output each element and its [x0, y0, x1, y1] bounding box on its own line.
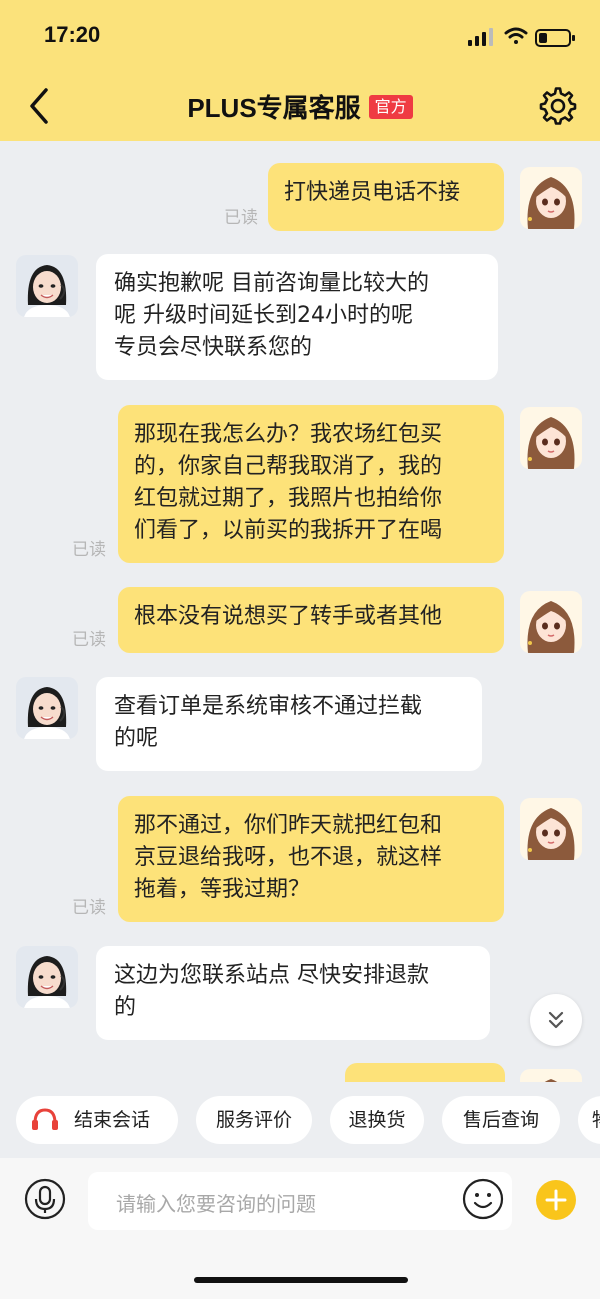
official-badge: 官方: [368, 94, 413, 119]
add-more-button[interactable]: [536, 1180, 576, 1220]
settings-gear-icon[interactable]: [538, 86, 578, 126]
agent-avatar[interactable]: [16, 255, 78, 317]
input-placeholder: 请输入您要咨询的问题: [116, 1192, 316, 1216]
message-line: 查看订单是系统审核不通过拦截: [114, 694, 423, 719]
message-line: 京豆退给我呀，也不退，就这样: [134, 845, 443, 870]
plus-icon: [545, 1189, 567, 1211]
agent-message-bubble[interactable]: 这边为您联系站点 尽快安排退款 的: [96, 946, 490, 1040]
quick-actions-bar[interactable]: 结束会话 服务评价 退换货 售后查询 物: [0, 1082, 600, 1158]
user-avatar[interactable]: [520, 1069, 582, 1082]
wifi-icon: [504, 27, 528, 44]
agent-message-bubble[interactable]: 确实抱歉呢 目前咨询量比较大的 呢 升级时间延长到24小时的呢 专员会尽快联系您…: [96, 254, 498, 380]
user-avatar[interactable]: [520, 167, 582, 229]
user-message-bubble-partial[interactable]: [345, 1063, 505, 1082]
signal-icon: [468, 28, 493, 46]
scroll-to-bottom-button[interactable]: [530, 994, 582, 1046]
chat-area[interactable]: 已读 打快递员电话不接 确实抱歉呢 目前咨询量比较大的 呢 升级时间延长到24小…: [0, 141, 600, 1082]
message-line: 的呢: [114, 726, 159, 751]
end-session-button[interactable]: 结束会话: [16, 1096, 178, 1144]
user-message-bubble[interactable]: 那现在我怎么办？我农场红包买 的，你家自己帮我取消了，我的 红包就过期了，我照片…: [118, 405, 504, 563]
message-line: 的，你家自己帮我取消了，我的: [134, 454, 443, 479]
message-line: 的: [114, 995, 137, 1020]
agent-message-bubble[interactable]: 查看订单是系统审核不通过拦截 的呢: [96, 677, 482, 771]
user-message-bubble[interactable]: 根本没有说想买了转手或者其他: [118, 587, 504, 653]
message-line: 拖着，等我过期？: [134, 877, 311, 902]
page-title: PLUS专属客服 官方: [0, 88, 600, 125]
message-line: 们看了，以前买的我拆开了在喝: [134, 518, 443, 543]
user-avatar[interactable]: [520, 798, 582, 860]
message-line: 这边为您联系站点 尽快安排退款: [114, 963, 429, 988]
end-session-label: 结束会话: [74, 1109, 151, 1131]
emoji-icon[interactable]: [462, 1178, 504, 1220]
more-action-button[interactable]: 物: [578, 1096, 600, 1144]
message-line: 那现在我怎么办？我农场红包买: [134, 422, 443, 447]
return-exchange-button[interactable]: 退换货: [330, 1096, 424, 1144]
microphone-icon[interactable]: [24, 1178, 66, 1220]
user-avatar[interactable]: [520, 407, 582, 469]
double-chevron-down-icon: [548, 1011, 564, 1029]
home-indicator: [194, 1277, 408, 1283]
message-line: 那不通过，你们昨天就把红包和: [134, 813, 443, 838]
aftersale-query-button[interactable]: 售后查询: [442, 1096, 560, 1144]
top-bar: 17:20 PLUS专属客服 官方: [0, 0, 600, 141]
read-receipt: 已读: [224, 208, 258, 228]
message-line: 确实抱歉呢 目前咨询量比较大的: [114, 271, 429, 296]
message-line: 专员会尽快联系您的: [114, 335, 313, 360]
user-message-bubble[interactable]: 那不通过，你们昨天就把红包和 京豆退给我呀，也不退，就这样 拖着，等我过期？: [118, 796, 504, 922]
agent-avatar[interactable]: [16, 946, 78, 1008]
user-message-bubble[interactable]: 打快递员电话不接: [268, 163, 504, 231]
title-text: PLUS专属客服: [187, 93, 361, 123]
agent-avatar[interactable]: [16, 677, 78, 739]
user-avatar[interactable]: [520, 591, 582, 653]
message-line: 根本没有说想买了转手或者其他: [134, 604, 443, 629]
read-receipt: 已读: [72, 630, 106, 650]
read-receipt: 已读: [72, 540, 106, 560]
read-receipt: 已读: [72, 898, 106, 918]
status-icons: [468, 27, 575, 47]
message-line: 呢 升级时间延长到24小时的呢: [114, 303, 413, 328]
message-line: 红包就过期了，我照片也拍给你: [134, 486, 443, 511]
battery-icon: [535, 29, 575, 47]
status-time: 17:20: [44, 22, 101, 47]
headset-icon: [32, 1108, 58, 1130]
service-rating-button[interactable]: 服务评价: [196, 1096, 312, 1144]
message-input[interactable]: 请输入您要咨询的问题: [88, 1172, 512, 1230]
message-line: 打快递员电话不接: [284, 180, 461, 205]
